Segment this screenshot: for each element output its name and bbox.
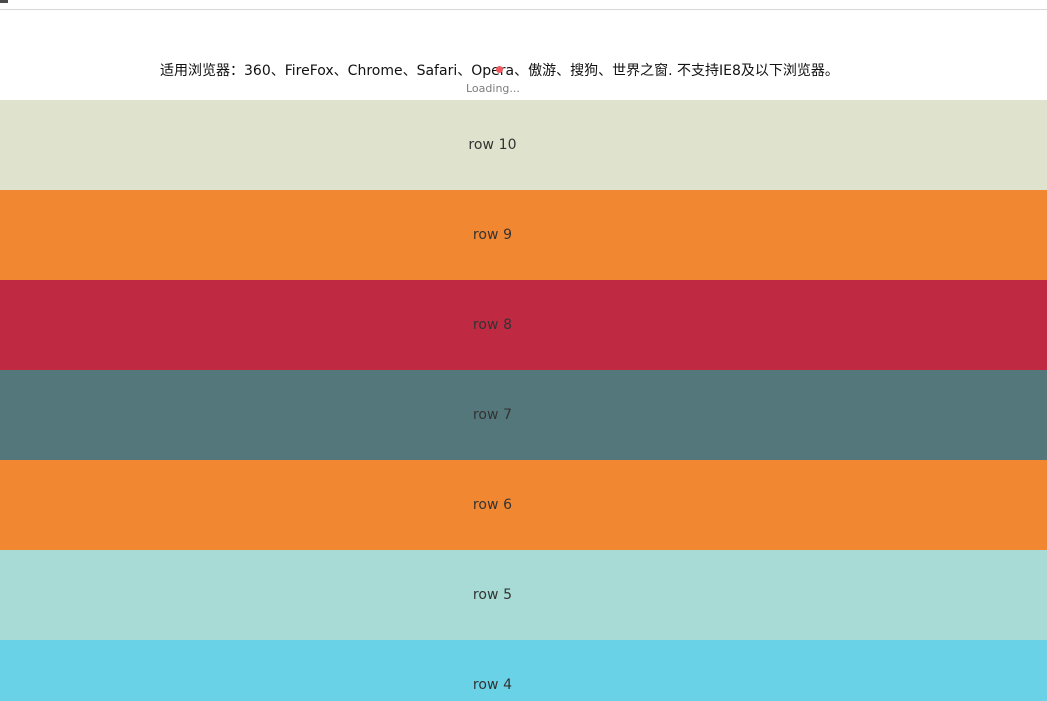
loading-dot-icon [496,66,503,73]
row-label: row 4 [472,677,513,693]
row-8: row 8 [0,280,1047,370]
row-label: row 8 [472,317,513,333]
row-4: row 4 [0,640,1047,701]
page-frame: 适用浏览器：360、FireFox、Chrome、Safari、Opera、傲游… [0,0,1047,701]
row-9: row 9 [0,190,1047,280]
row-label: row 10 [468,137,517,153]
row-6: row 6 [0,460,1047,550]
row-10: row 10 [0,100,1047,190]
loading-text: Loading... [466,82,520,95]
row-label: row 5 [472,587,513,603]
top-border [0,0,1047,10]
corner-mark [0,0,8,3]
row-list: row 10 row 9 row 8 row 7 row 6 row 5 row… [0,100,1047,701]
row-5: row 5 [0,550,1047,640]
row-label: row 9 [472,227,513,243]
row-label: row 7 [472,407,513,423]
row-label: row 6 [472,497,513,513]
row-7: row 7 [0,370,1047,460]
